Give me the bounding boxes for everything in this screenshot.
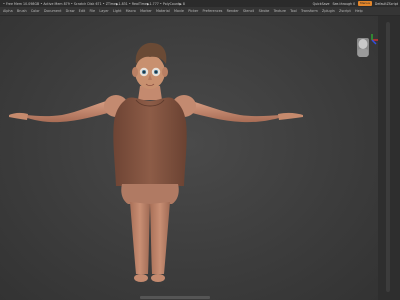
menu-tool[interactable]: Tool xyxy=(290,9,297,13)
vertical-scrollbar[interactable] xyxy=(386,22,390,292)
quicksave-button[interactable]: QuickSave xyxy=(313,2,330,6)
right-shelf xyxy=(378,16,400,300)
menu-material[interactable]: Material xyxy=(156,9,170,13)
menu-color[interactable]: Color xyxy=(31,9,40,13)
menu-edit[interactable]: Edit xyxy=(79,9,86,13)
menu-preferences[interactable]: Preferences xyxy=(203,9,223,13)
right-arm xyxy=(188,100,282,123)
menu-movie[interactable]: Movie xyxy=(174,9,184,13)
character-model[interactable] xyxy=(0,16,378,300)
menu-render[interactable]: Render xyxy=(227,9,239,13)
status-right-group: QuickSave See-through 0 Menus DefaultZSc… xyxy=(313,0,398,7)
menu-zplugin[interactable]: Zplugin xyxy=(322,9,335,13)
memory-status: • Free Mem 10.098GB • Active Mem 879 • S… xyxy=(3,1,185,6)
menu-texture[interactable]: Texture xyxy=(274,9,286,13)
left-ear xyxy=(132,67,138,77)
see-through-slider[interactable]: See-through 0 xyxy=(332,2,355,6)
right-hand xyxy=(278,112,303,120)
menu-layer[interactable]: Layer xyxy=(99,9,108,13)
canvas-viewport[interactable] xyxy=(0,16,378,300)
menu-stroke[interactable]: Stroke xyxy=(259,9,270,13)
menu-transform[interactable]: Transform xyxy=(301,9,318,13)
status-bar: • Free Mem 10.098GB • Active Mem 879 • S… xyxy=(0,0,400,7)
menu-file[interactable]: File xyxy=(89,9,95,13)
right-foot xyxy=(151,274,165,282)
orientation-gizmo[interactable] xyxy=(348,34,380,68)
menu-stencil[interactable]: Stencil xyxy=(243,9,254,13)
menu-macro[interactable]: Macro xyxy=(126,9,136,13)
menu-help[interactable]: Help xyxy=(355,9,363,13)
menu-picker[interactable]: Picker xyxy=(188,9,198,13)
hips xyxy=(121,184,179,204)
menu-draw[interactable]: Draw xyxy=(66,9,75,13)
menu-bar: Alpha Brush Color Document Draw Edit Fil… xyxy=(0,7,400,16)
menu-zscript[interactable]: Zscript xyxy=(339,9,351,13)
menu-light[interactable]: Light xyxy=(113,9,121,13)
right-ear xyxy=(162,67,168,77)
shirt xyxy=(113,97,187,186)
menu-brush[interactable]: Brush xyxy=(17,9,27,13)
bottom-scroll-handle[interactable] xyxy=(140,296,210,299)
left-arm xyxy=(24,100,112,123)
default-script-button[interactable]: DefaultZScript xyxy=(375,2,398,6)
left-leg xyxy=(130,202,150,274)
right-leg xyxy=(150,202,170,274)
menus-button[interactable]: Menus xyxy=(358,1,372,6)
menu-marker[interactable]: Marker xyxy=(140,9,152,13)
menu-document[interactable]: Document xyxy=(44,9,62,13)
left-foot xyxy=(134,274,148,282)
menu-alpha[interactable]: Alpha xyxy=(3,9,13,13)
left-hand xyxy=(9,112,28,120)
